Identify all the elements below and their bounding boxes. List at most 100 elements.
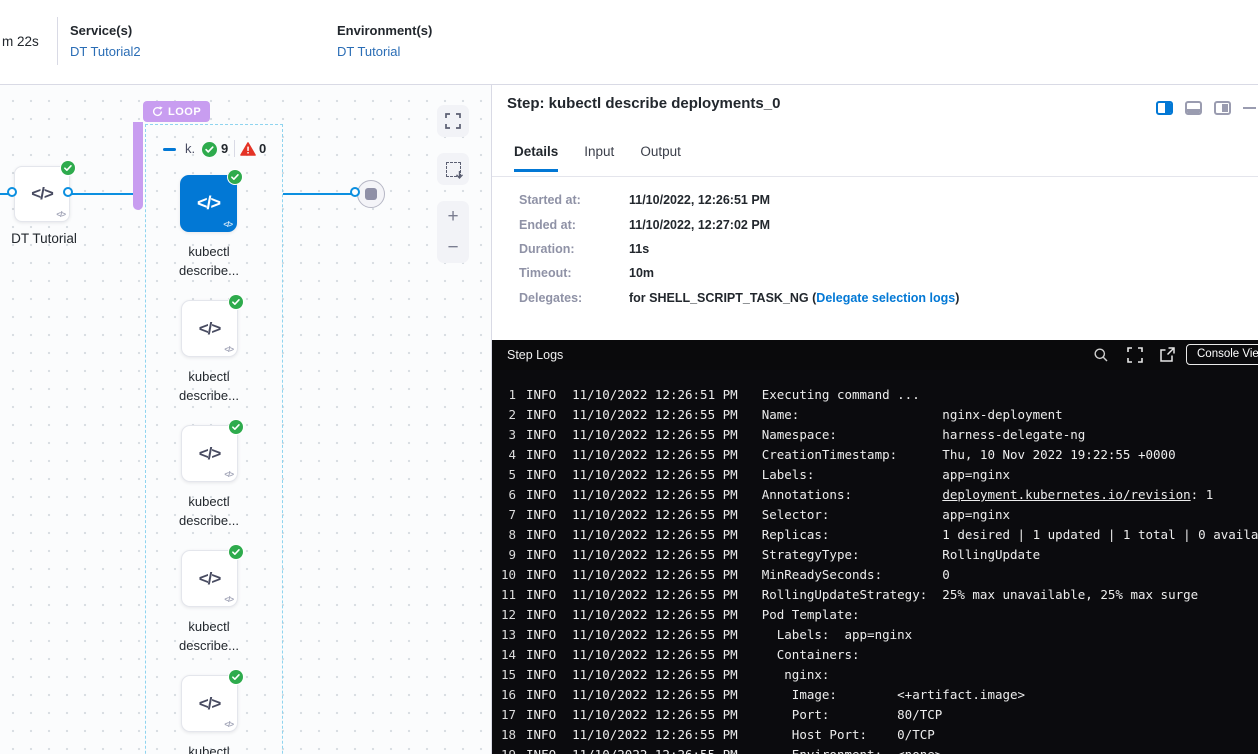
log-line-number: 13 <box>500 625 516 645</box>
log-line: 2 INFO 11/10/2022 12:26:55 PM Name: nginx-d… <box>500 405 1258 425</box>
group-error-count: 0 <box>259 141 266 156</box>
zoom-in-button[interactable]: + <box>447 207 458 226</box>
tab-input[interactable]: Input <box>584 144 614 172</box>
step-label-line1: kubectl <box>144 367 274 386</box>
log-line-number: 7 <box>500 505 516 525</box>
log-level: INFO <box>526 605 556 625</box>
log-line: 16INFO11/10/2022 12:26:55 PM Image: <+ar… <box>500 685 1258 705</box>
log-timestamp: 11/10/2022 12:26:55 PM <box>572 565 738 585</box>
detail-row: Ended at:11/10/2022, 12:27:02 PM <box>519 212 959 236</box>
success-check-icon <box>60 160 76 176</box>
loop-badge: LOOP <box>143 101 210 122</box>
success-check-icon <box>227 169 243 185</box>
code-icon-small: </> <box>223 220 232 229</box>
detail-row: Started at:11/10/2022, 12:26:51 PM <box>519 188 959 212</box>
log-message: Pod Template: <box>762 605 860 625</box>
log-level: INFO <box>526 665 556 685</box>
log-message: Namespace: harness-delegate-ng <box>762 425 1086 445</box>
loop-icon <box>152 106 163 117</box>
group-success-icon <box>202 142 217 162</box>
minimize-panel-button[interactable] <box>1243 107 1256 109</box>
log-annotation-link[interactable]: deployment.kubernetes.io/revision <box>942 487 1190 502</box>
success-check-icon <box>228 294 244 310</box>
tab-details[interactable]: Details <box>514 144 558 172</box>
step-node-kubectl-describe-1[interactable]: </></> <box>181 300 238 357</box>
group-count-divider <box>234 140 235 157</box>
elapsed-time: m 22s <box>2 34 39 49</box>
log-timestamp: 11/10/2022 12:26:55 PM <box>572 425 738 445</box>
canvas-fullscreen-button[interactable] <box>437 105 469 137</box>
services-group: Service(s) DT Tutorial2 <box>70 23 141 59</box>
log-message: StrategyType: RollingUpdate <box>762 545 1040 565</box>
log-line: 13INFO11/10/2022 12:26:55 PM Labels: app… <box>500 625 1258 645</box>
pipeline-end-node <box>357 180 385 208</box>
log-line: 17INFO11/10/2022 12:26:55 PM Port: 80/TC… <box>500 705 1258 725</box>
log-message: Host Port: 0/TCP <box>762 725 935 745</box>
panel-layout-switcher <box>1156 101 1231 115</box>
environment-link[interactable]: DT Tutorial <box>337 44 432 59</box>
step-node-kubectl-describe-0[interactable]: </></> <box>180 175 237 232</box>
services-label: Service(s) <box>70 23 141 38</box>
detail-value: for SHELL_SCRIPT_TASK_NG (Delegate selec… <box>629 291 959 305</box>
detail-label: Ended at: <box>519 218 629 232</box>
collapse-group-button[interactable] <box>163 148 176 151</box>
log-line: 3INFO11/10/2022 12:26:55 PMNamespace: ha… <box>500 425 1258 445</box>
step-node-kubectl-describe-3[interactable]: </></> <box>181 550 238 607</box>
log-open-new-tab-icon[interactable] <box>1159 347 1175 368</box>
zoom-out-button[interactable]: − <box>447 238 458 257</box>
log-timestamp: 11/10/2022 12:26:55 PM <box>572 705 738 725</box>
step-label-line1: kubectl <box>144 617 274 636</box>
canvas-select-mode-button[interactable] <box>437 153 469 185</box>
log-line-number: 2 <box>500 405 516 425</box>
canvas-zoom-control[interactable]: + − <box>437 201 469 263</box>
environments-group: Environment(s) DT Tutorial <box>337 23 432 59</box>
log-level: INFO <box>526 565 556 585</box>
log-search-icon[interactable] <box>1093 347 1109 368</box>
log-line: 9INFO11/10/2022 12:26:55 PMStrategyType:… <box>500 545 1258 565</box>
log-message: nginx: <box>762 665 830 685</box>
layout-right-panel-icon[interactable] <box>1156 101 1173 115</box>
step-node-kubectl-describe-2[interactable]: </></> <box>181 425 238 482</box>
step-panel-title: Step: kubectl describe deployments_0 <box>507 95 780 112</box>
layout-drawer-icon[interactable] <box>1214 101 1231 115</box>
stop-square-icon <box>365 188 377 200</box>
log-line-number: 1 <box>500 385 516 405</box>
log-line: 10INFO11/10/2022 12:26:55 PMMinReadySeco… <box>500 565 1258 585</box>
detail-label: Started at: <box>519 193 629 207</box>
log-message: Port: 80/TCP <box>762 705 943 725</box>
step-logs-title: Step Logs <box>507 348 563 362</box>
log-line: 4INFO11/10/2022 12:26:55 PMCreationTimes… <box>500 445 1258 465</box>
step-details-list: Started at:11/10/2022, 12:26:51 PMEnded … <box>519 188 959 310</box>
log-message: Containers: <box>762 645 860 665</box>
log-level: INFO <box>526 505 556 525</box>
log-line-number: 11 <box>500 585 516 605</box>
stage-node-dt-tutorial[interactable]: </> </> <box>14 166 70 222</box>
log-message: Executing command ... <box>762 385 920 405</box>
pipeline-graph-canvas[interactable]: LOOP </> </> DT Tutorial k. 9 0 </></>ku… <box>0 85 492 754</box>
log-timestamp: 11/10/2022 12:26:51 PM <box>572 385 738 405</box>
log-level: INFO <box>526 445 556 465</box>
step-logs-console[interactable]: 1 INFO 11/10/2022 12:26:51 PM Executing com… <box>492 370 1258 754</box>
code-icon-small: </> <box>224 595 233 604</box>
step-label-line1: kubectl <box>144 742 274 754</box>
console-view-button[interactable]: Console View <box>1186 344 1258 365</box>
detail-label: Timeout: <box>519 266 629 280</box>
log-timestamp: 11/10/2022 12:26:55 PM <box>572 405 738 425</box>
stage-in-port <box>7 187 17 197</box>
log-line-number: 4 <box>500 445 516 465</box>
log-message: Name: nginx-deployment <box>762 405 1063 425</box>
layout-bottom-panel-icon[interactable] <box>1185 101 1202 115</box>
group-success-count: 9 <box>221 141 228 156</box>
tab-output[interactable]: Output <box>640 144 681 172</box>
service-link[interactable]: DT Tutorial2 <box>70 44 141 59</box>
step-node-kubectl-describe-4[interactable]: </></> <box>181 675 238 732</box>
log-level: INFO <box>526 405 556 425</box>
log-timestamp: 11/10/2022 12:26:55 PM <box>572 645 738 665</box>
success-check-icon <box>228 419 244 435</box>
log-level: INFO <box>526 465 556 485</box>
delegate-selection-logs-link[interactable]: Delegate selection logs <box>816 291 955 305</box>
step-label: kubectldescribe... <box>144 367 274 405</box>
log-expand-icon[interactable] <box>1127 347 1143 368</box>
log-line-number: 17 <box>500 705 516 725</box>
log-level: INFO <box>526 745 556 754</box>
